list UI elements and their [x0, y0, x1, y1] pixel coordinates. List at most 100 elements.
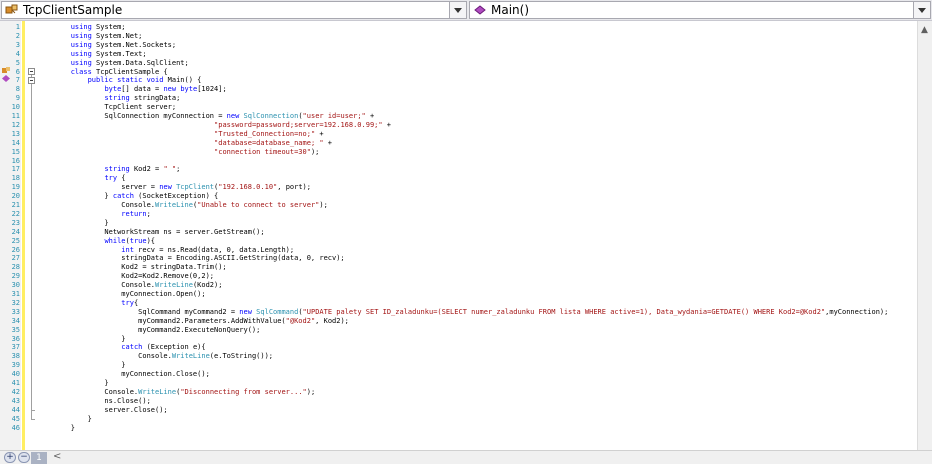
code-line: byte[] data = new byte[1024];	[37, 85, 226, 94]
scroll-up-arrow-icon[interactable]: ▲	[921, 25, 928, 35]
code-token: using	[70, 49, 92, 58]
code-token: try	[121, 298, 134, 307]
code-token: , Kod2);	[315, 316, 349, 325]
line-number: 46	[11, 423, 20, 432]
code-token: SqlCommand	[256, 307, 299, 316]
code-token: using	[70, 58, 92, 67]
code-token: catch	[121, 343, 143, 352]
code-token: "user id=user;"	[302, 112, 366, 120]
zoom-out-icon[interactable]: −	[18, 452, 30, 463]
line-number: 16	[11, 156, 20, 165]
code-token: "connection timeout=30"	[214, 147, 311, 156]
code-line: "connection timeout=30");	[37, 148, 319, 156]
member-selector-dropdown[interactable]: Main()	[469, 1, 931, 19]
fold-end-marker	[31, 410, 35, 412]
code-token: "192.168.0.10"	[218, 183, 278, 192]
code-token: new	[226, 112, 240, 120]
code-line: using System.Net;	[37, 31, 143, 40]
line-number: 25	[11, 236, 20, 245]
code-line: Console.WriteLine(e.ToString());	[37, 352, 273, 360]
code-token: byte	[180, 85, 198, 94]
change-indicator-bar	[22, 21, 25, 450]
chevron-down-icon[interactable]	[449, 2, 466, 18]
code-editor[interactable]: using System; using System.Net; using Sy…	[37, 21, 917, 450]
line-number: 5	[15, 58, 20, 67]
line-number: 24	[11, 227, 20, 236]
line-number-gutter: 1 2 3 4 5 6 7 8 9 10 11 12 13 14 15 16 17 18 19 20 21 22 23 24 2…	[0, 21, 21, 450]
code-line: using System.Text;	[37, 50, 147, 58]
code-line: server = new TcpClient("192.168.0.10", p…	[37, 183, 311, 191]
code-token: }	[37, 361, 126, 370]
vertical-scrollbar[interactable]: ▲	[917, 21, 932, 450]
code-token: recv = ns.Read(data, 0, data.Length);	[133, 245, 295, 254]
line-number: 34	[11, 316, 20, 325]
code-line: Console.WriteLine("Disconnecting from se…	[37, 388, 315, 396]
zoom-level[interactable]: 1	[31, 452, 47, 464]
code-token: Console.	[37, 201, 156, 209]
code-token: stringData = Encoding.ASCII.GetString(da…	[37, 254, 345, 263]
line-number: 8	[15, 85, 20, 94]
line-number: 10	[11, 103, 20, 112]
code-line: SqlCommand myCommand2 = new SqlCommand("…	[37, 308, 888, 316]
scroll-left-arrow-icon[interactable]: <	[53, 451, 61, 462]
line-number: 22	[11, 209, 20, 218]
code-token: true	[129, 236, 147, 245]
code-token: return	[121, 209, 147, 218]
code-token: {	[133, 298, 139, 307]
code-line: myConnection.Open();	[37, 290, 206, 298]
code-line: stringData = Encoding.ASCII.GetString(da…	[37, 254, 345, 263]
line-number: 42	[11, 387, 20, 396]
code-token: try	[104, 174, 118, 183]
code-line: string Kod2 = " ";	[37, 165, 180, 173]
code-token: stringData;	[129, 94, 181, 103]
line-number: 11	[11, 112, 20, 120]
code-token: }	[37, 414, 92, 423]
code-token: Main() {	[163, 76, 202, 85]
code-token: Console.	[37, 387, 139, 396]
line-number: 29	[11, 272, 20, 281]
code-token: myConnection.Open();	[37, 290, 206, 298]
code-token: }	[37, 334, 126, 343]
code-token: new	[163, 85, 177, 94]
line-number: 35	[11, 325, 20, 334]
chevron-down-icon[interactable]	[913, 2, 930, 18]
collapse-toggle-icon[interactable]	[28, 68, 35, 75]
code-line: }	[37, 219, 108, 227]
line-number: 32	[11, 298, 20, 307]
line-number: 2	[15, 31, 20, 40]
code-line: ns.Close();	[37, 397, 150, 405]
line-number: 31	[11, 290, 20, 298]
line-number: 4	[15, 49, 20, 58]
code-line: TcpClient server;	[37, 103, 176, 111]
code-token: (Kod2);	[192, 281, 223, 290]
class-selector-dropdown[interactable]: TcpClientSample	[1, 1, 467, 19]
line-number: 26	[11, 245, 20, 254]
collapse-toggle-icon[interactable]	[28, 76, 35, 84]
code-token: {	[117, 174, 126, 183]
code-line: server.Close();	[37, 405, 168, 414]
zoom-in-icon[interactable]: +	[4, 452, 16, 463]
code-token: new	[159, 183, 172, 192]
line-number: 6	[15, 67, 20, 76]
line-number: 30	[11, 281, 20, 290]
code-token: +	[382, 120, 392, 129]
code-token: server.Close();	[37, 405, 168, 414]
code-token: TcpClient	[176, 183, 215, 192]
code-line: string stringData;	[37, 94, 180, 102]
line-number: 9	[15, 94, 20, 103]
code-token: string	[104, 94, 130, 103]
code-token: WriteLine	[138, 387, 177, 396]
code-line: Kod2=Kod2.Remove(0,2);	[37, 272, 214, 280]
code-token: using	[70, 31, 92, 40]
code-token: +	[315, 129, 324, 138]
